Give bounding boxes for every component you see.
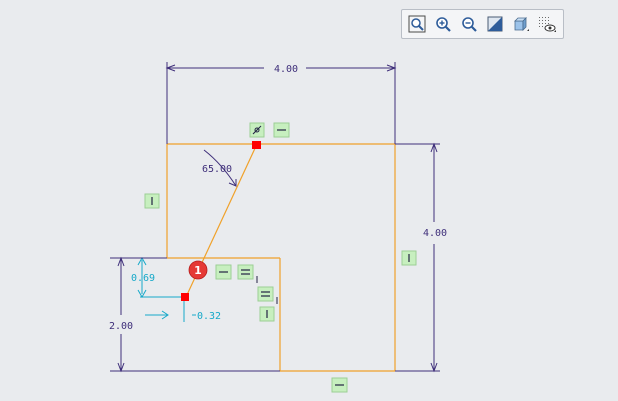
constraint-horizontal-bottom[interactable] <box>331 377 348 393</box>
endpoint-top[interactable] <box>252 141 261 149</box>
sketch-canvas[interactable]: 4.00 4.00 65.00 2.00 0.69 0.32 1 <box>0 0 618 401</box>
sketcher-display-filter-icon <box>539 17 556 32</box>
constraint-horizontal-middle[interactable] <box>215 264 232 280</box>
display-style-button[interactable] <box>511 14 531 34</box>
dimension-right-height[interactable]: 4.00 <box>423 228 447 239</box>
weak-dimension-lines <box>110 256 196 322</box>
constraint-vertical-left[interactable] <box>144 193 160 209</box>
callout-number: 1 <box>194 264 202 277</box>
endpoint-bottom[interactable] <box>181 293 189 301</box>
dimension-left-height[interactable]: 2.00 <box>109 321 133 332</box>
constraint-vertical-right[interactable] <box>401 250 417 266</box>
display-filter-button[interactable] <box>537 14 557 34</box>
callout-badge[interactable]: 1 <box>188 260 208 280</box>
repaint-icon <box>487 16 503 32</box>
constraint-tangent-top[interactable] <box>249 122 265 138</box>
display-style-icon <box>514 17 529 31</box>
constraint-equal-1[interactable] <box>237 264 258 283</box>
zoom-out-button[interactable] <box>459 14 479 34</box>
dimension-small-offset[interactable]: 0.32 <box>197 311 221 322</box>
refit-button[interactable] <box>407 14 427 34</box>
zoom-in-icon <box>436 17 451 32</box>
refit-view-icon <box>408 15 426 33</box>
constraint-equal-2[interactable] <box>257 286 278 304</box>
repaint-button[interactable] <box>485 14 505 34</box>
dimension-small-height[interactable]: 0.69 <box>131 273 155 284</box>
strong-dimension-lines <box>110 62 440 373</box>
zoom-in-button[interactable] <box>433 14 453 34</box>
constraint-horizontal-top[interactable] <box>273 122 290 138</box>
dimension-top-width[interactable]: 4.00 <box>274 64 298 75</box>
view-toolbar <box>401 9 564 39</box>
dimension-angle[interactable]: 65.00 <box>202 164 232 175</box>
zoom-out-icon <box>462 17 477 32</box>
constraint-vertical-small[interactable] <box>259 306 275 322</box>
